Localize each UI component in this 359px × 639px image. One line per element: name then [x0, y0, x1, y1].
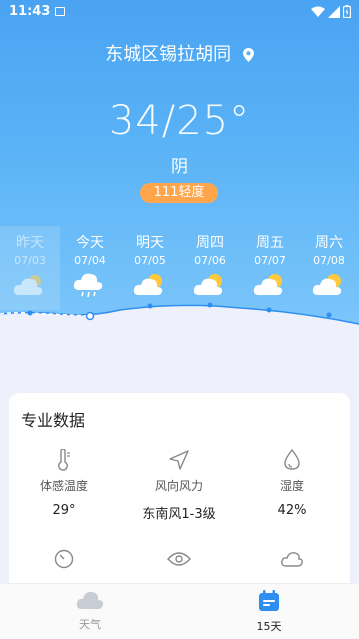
tab-weather-label: 天气 — [79, 618, 101, 631]
partly-cloudy-icon — [133, 274, 163, 295]
wifi-icon — [311, 6, 325, 17]
curve-point — [207, 302, 213, 308]
tab-weather[interactable]: 天气 — [45, 590, 135, 632]
aqi-badge[interactable]: 111轻度 — [140, 183, 218, 203]
curve-point — [326, 312, 332, 318]
current-condition: 阴 — [171, 157, 188, 177]
metric-value: 42% — [277, 503, 307, 518]
day-name: 周五 — [256, 235, 284, 251]
metric-humidity: 湿度 42% — [237, 449, 347, 518]
curve-point-today — [85, 311, 95, 321]
wind-direction-icon — [169, 450, 189, 470]
day-name: 昨天 — [16, 235, 44, 251]
metric-label: 风向风力 — [154, 479, 203, 493]
day-name: 周六 — [315, 235, 343, 251]
tab-15-days[interactable]: 15天 — [224, 590, 314, 634]
metric-value: 东南风1-3级 — [142, 507, 216, 522]
tab-15-days-label: 15天 — [256, 620, 282, 633]
day-date: 07/06 — [194, 254, 226, 267]
thermometer-icon — [58, 449, 70, 471]
metric-wind: 风向风力 东南风1-3级 — [124, 449, 234, 522]
calendar-tab-icon — [259, 590, 279, 611]
temperature-curve — [0, 302, 359, 336]
weather-tab-icon — [76, 591, 104, 609]
bottom-navigation: 天气 15天 — [0, 583, 359, 639]
partly-cloudy-icon — [193, 274, 223, 295]
day-name: 今天 — [76, 235, 104, 251]
location-pin-icon — [242, 48, 254, 62]
battery-icon — [343, 5, 351, 18]
location-title[interactable]: 东城区锡拉胡同 — [0, 40, 359, 66]
day-date: 07/03 — [14, 254, 46, 267]
cloud-rain-icon — [73, 273, 103, 298]
professional-data-card: 专业数据 体感温度 29° 风向风力 东南风1-3级 湿度 42% — [9, 393, 350, 593]
cloud-icon — [281, 552, 303, 567]
day-date: 07/04 — [74, 254, 106, 267]
status-time: 11:43 — [9, 4, 51, 19]
visibility-eye-icon — [167, 552, 191, 566]
location-name: 东城区锡拉胡同 — [105, 44, 232, 65]
metric-label: 体感温度 — [39, 479, 88, 493]
metric-label: 湿度 — [279, 479, 304, 493]
curve-point — [147, 303, 153, 309]
pressure-gauge-icon — [54, 549, 74, 569]
cloudy-icon — [13, 275, 43, 295]
current-temperature: 34/25° — [108, 98, 251, 144]
signal-icon — [328, 5, 340, 18]
metric-feels-like: 体感温度 29° — [9, 449, 119, 518]
partly-cloudy-icon — [312, 274, 342, 295]
curve-point — [266, 307, 272, 313]
day-name: 周四 — [196, 235, 224, 251]
weather-hero: 11:43 东城区锡拉胡同 34/25° 阴 111轻度 昨天 07/03 今天… — [0, 0, 359, 330]
metric-value: 29° — [52, 503, 76, 518]
day-name: 明天 — [136, 235, 164, 251]
curve-point — [27, 310, 33, 316]
partly-cloudy-icon — [253, 274, 283, 295]
status-bar: 11:43 — [0, 0, 359, 26]
day-date: 07/07 — [254, 254, 286, 267]
image-notification-icon — [55, 7, 65, 16]
humidity-icon — [284, 449, 300, 470]
card-title: 专业数据 — [21, 411, 86, 430]
day-date: 07/05 — [134, 254, 166, 267]
day-date: 07/08 — [313, 254, 345, 267]
